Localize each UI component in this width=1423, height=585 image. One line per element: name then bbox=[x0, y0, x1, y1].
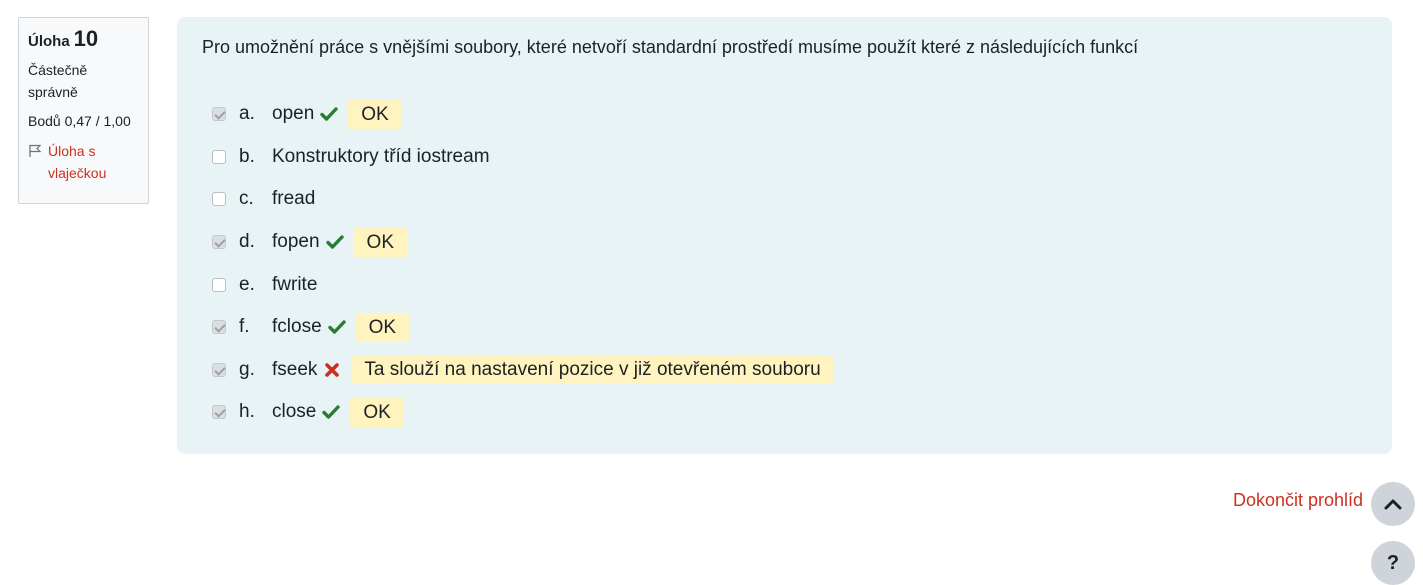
correct-check-icon bbox=[327, 318, 346, 336]
answer-letter: c. bbox=[239, 188, 254, 210]
answer-feedback: OK bbox=[355, 312, 410, 342]
answer-feedback: OK bbox=[348, 99, 402, 129]
answer-option: c. fread bbox=[212, 178, 834, 221]
finish-review-link[interactable]: Dokončit prohlíd bbox=[1233, 490, 1363, 511]
question-text: Pro umožnění práce s vnějšími soubory, k… bbox=[202, 37, 1139, 57]
answer-text: close bbox=[272, 401, 317, 423]
answer-feedback: OK bbox=[350, 397, 404, 427]
question-info-panel: Úloha 10 Částečně správně Bodů 0,47 / 1,0… bbox=[18, 17, 149, 204]
chevron-up-icon bbox=[1384, 499, 1402, 510]
correct-check-icon bbox=[325, 233, 344, 251]
answer-checkbox[interactable] bbox=[212, 320, 226, 335]
answer-checkbox[interactable] bbox=[212, 405, 226, 420]
answer-option: a. open OK bbox=[212, 93, 834, 136]
answer-feedback: OK bbox=[353, 227, 407, 257]
question-number: 10 bbox=[73, 26, 99, 51]
answer-letter: b. bbox=[239, 145, 255, 167]
incorrect-x-icon bbox=[323, 361, 341, 379]
flag-icon bbox=[29, 144, 42, 157]
answer-letter: f. bbox=[239, 316, 250, 338]
answer-letter: a. bbox=[239, 103, 255, 125]
answer-option: b. Konstruktory tříd iostream bbox=[212, 136, 834, 179]
answer-text: fwrite bbox=[272, 273, 318, 295]
answer-option: d. fopen OK bbox=[212, 221, 834, 264]
answer-letter: h. bbox=[239, 401, 255, 423]
answer-letter: g. bbox=[239, 358, 255, 380]
question-state: Částečně správně bbox=[28, 62, 88, 100]
answer-checkbox[interactable] bbox=[212, 107, 226, 122]
answer-checkbox[interactable] bbox=[212, 149, 226, 164]
answer-option: e. fwrite bbox=[212, 263, 834, 306]
answer-text: fseek bbox=[272, 358, 318, 380]
answer-text: fclose bbox=[272, 316, 322, 338]
answer-text: fopen bbox=[272, 231, 320, 253]
answer-option: g. fseek Ta slouží na nastavení pozice v j… bbox=[212, 349, 834, 392]
answer-letter: d. bbox=[239, 231, 255, 253]
answer-checkbox[interactable] bbox=[212, 277, 226, 292]
answer-option: h. close OK bbox=[212, 391, 834, 434]
answer-feedback: Ta slouží na nastavení pozice v již otev… bbox=[351, 355, 834, 385]
question-label: Úloha bbox=[28, 33, 70, 50]
correct-check-icon bbox=[322, 403, 341, 421]
answer-checkbox[interactable] bbox=[212, 362, 226, 377]
answer-text: open bbox=[272, 103, 315, 125]
answer-text: fread bbox=[272, 188, 316, 210]
scroll-to-top-button[interactable] bbox=[1371, 482, 1415, 526]
question-formulation: Pro umožnění práce s vnějšími soubory, k… bbox=[177, 17, 1392, 454]
flag-question-link[interactable]: Úloha s vlaječkou bbox=[28, 140, 139, 184]
question-grade: Bodů 0,47 / 1,00 bbox=[28, 113, 131, 129]
flag-label: Úloha s vlaječkou bbox=[48, 143, 107, 181]
question-number-row: Úloha 10 bbox=[28, 28, 139, 53]
answer-checkbox[interactable] bbox=[212, 192, 226, 207]
answer-text: Konstruktory tříd iostream bbox=[272, 145, 490, 167]
answer-checkbox[interactable] bbox=[212, 235, 226, 250]
correct-check-icon bbox=[320, 105, 338, 123]
answer-list: a. open OK b. Konstruktory tříd iostream c. fr… bbox=[212, 93, 834, 434]
answer-option: f. fclose OK bbox=[212, 306, 834, 349]
answer-letter: e. bbox=[239, 273, 255, 295]
help-button[interactable]: ? bbox=[1371, 541, 1415, 585]
